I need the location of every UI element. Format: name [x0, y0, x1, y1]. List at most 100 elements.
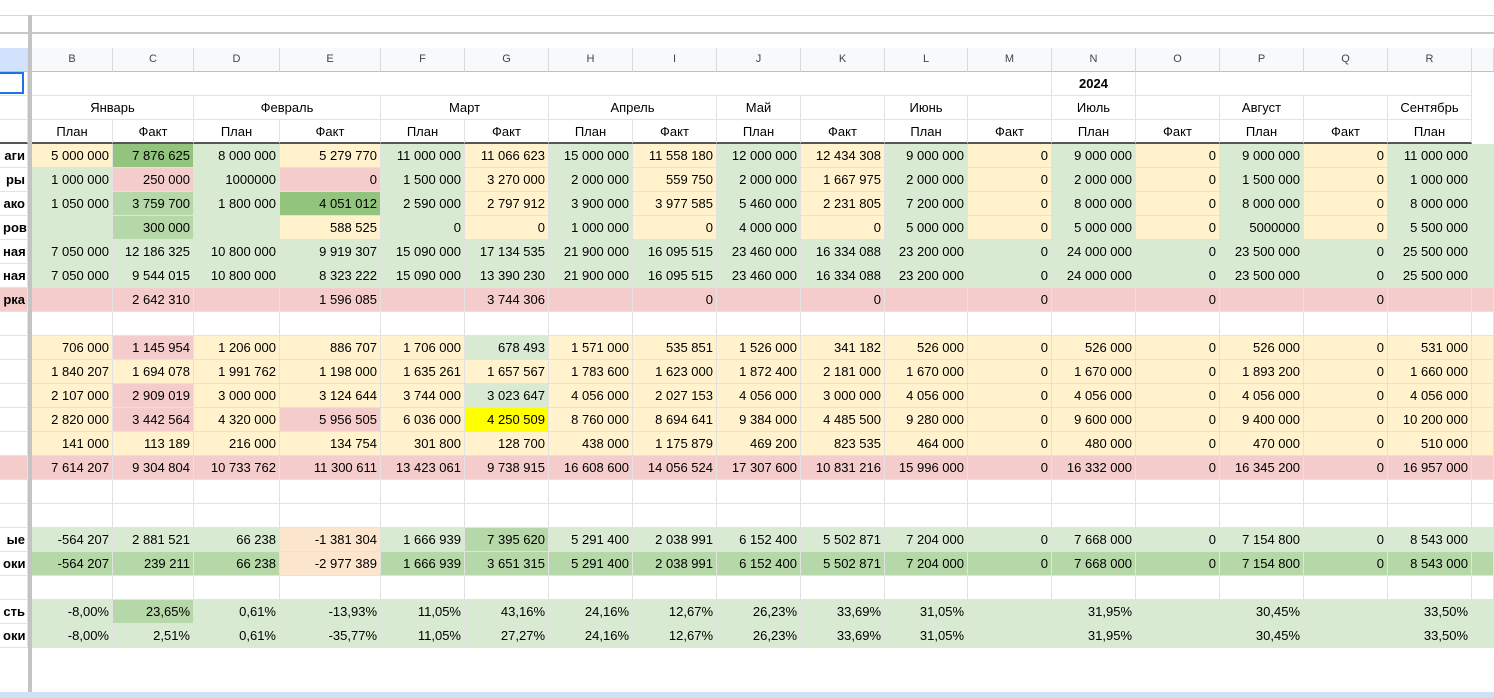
table-cell[interactable]: 0 [1136, 552, 1220, 576]
table-cell[interactable] [1472, 408, 1494, 432]
table-cell[interactable]: 0 [1136, 408, 1220, 432]
table-cell[interactable]: 5 460 000 [717, 192, 801, 216]
table-cell[interactable]: 0 [968, 456, 1052, 480]
table-cell[interactable]: 588 525 [280, 216, 381, 240]
table-cell[interactable]: 8 323 222 [280, 264, 381, 288]
table-cell[interactable]: -8,00% [32, 624, 113, 648]
table-cell[interactable]: 134 754 [280, 432, 381, 456]
table-cell[interactable] [968, 624, 1052, 648]
table-cell[interactable]: 0 [1304, 240, 1388, 264]
month-header[interactable]: Январь [32, 96, 194, 120]
table-cell[interactable] [717, 480, 801, 504]
table-cell[interactable]: 23 200 000 [885, 264, 968, 288]
table-cell[interactable]: 0 [1136, 384, 1220, 408]
table-cell[interactable] [1052, 288, 1136, 312]
table-cell[interactable]: 16 332 000 [1052, 456, 1136, 480]
table-cell[interactable]: 1 657 567 [465, 360, 549, 384]
table-cell[interactable]: 0 [1136, 240, 1220, 264]
table-cell[interactable]: 526 000 [885, 336, 968, 360]
table-cell[interactable]: 9 000 000 [1052, 144, 1136, 168]
table-cell[interactable]: 3 744 306 [465, 288, 549, 312]
table-cell[interactable] [1472, 264, 1494, 288]
table-cell[interactable] [280, 480, 381, 504]
table-cell[interactable] [465, 504, 549, 528]
row-label[interactable]: ная [0, 240, 28, 264]
table-cell[interactable]: 23 460 000 [717, 240, 801, 264]
table-cell[interactable]: 7 614 207 [32, 456, 113, 480]
table-cell[interactable]: 15 090 000 [381, 264, 465, 288]
table-cell[interactable]: 4 056 000 [1052, 384, 1136, 408]
table-cell[interactable]: 2 590 000 [381, 192, 465, 216]
table-cell[interactable]: 9 304 804 [113, 456, 194, 480]
table-cell[interactable]: 678 493 [465, 336, 549, 360]
table-cell[interactable] [1388, 312, 1472, 336]
table-cell[interactable] [1472, 216, 1494, 240]
table-cell[interactable]: 1 206 000 [194, 336, 280, 360]
plan-fact-header[interactable]: Факт [465, 120, 549, 144]
row-label[interactable] [0, 408, 28, 432]
table-cell[interactable]: 66 238 [194, 528, 280, 552]
table-cell[interactable] [194, 504, 280, 528]
table-cell[interactable]: -564 207 [32, 552, 113, 576]
table-cell[interactable]: 5 000 000 [1052, 216, 1136, 240]
column-header-G[interactable]: G [465, 48, 549, 72]
table-cell[interactable]: 1 198 000 [280, 360, 381, 384]
table-cell[interactable] [1136, 312, 1220, 336]
table-cell[interactable]: 0 [1136, 144, 1220, 168]
table-cell[interactable]: 886 707 [280, 336, 381, 360]
table-cell[interactable] [633, 576, 717, 600]
table-cell[interactable]: 2 820 000 [32, 408, 113, 432]
table-cell[interactable] [1304, 600, 1388, 624]
column-header-F[interactable]: F [381, 48, 465, 72]
table-cell[interactable]: 3 000 000 [801, 384, 885, 408]
table-cell[interactable]: 25 500 000 [1388, 264, 1472, 288]
table-cell[interactable]: 3 023 647 [465, 384, 549, 408]
table-cell[interactable]: 239 211 [113, 552, 194, 576]
table-cell[interactable] [885, 288, 968, 312]
table-cell[interactable]: -8,00% [32, 600, 113, 624]
table-cell[interactable] [1472, 360, 1494, 384]
table-cell[interactable]: 464 000 [885, 432, 968, 456]
table-cell[interactable]: 5 500 000 [1388, 216, 1472, 240]
table-cell[interactable] [280, 576, 381, 600]
table-cell[interactable]: 8 000 000 [1052, 192, 1136, 216]
table-cell[interactable]: 0 [968, 384, 1052, 408]
table-cell[interactable]: 25 500 000 [1388, 240, 1472, 264]
table-cell[interactable]: 0 [1304, 216, 1388, 240]
table-cell[interactable] [1052, 504, 1136, 528]
table-cell[interactable]: 0 [968, 336, 1052, 360]
table-cell[interactable]: 23 500 000 [1220, 264, 1304, 288]
table-cell[interactable]: 15 000 000 [549, 144, 633, 168]
table-cell[interactable] [465, 480, 549, 504]
table-cell[interactable]: 1 571 000 [549, 336, 633, 360]
table-cell[interactable]: 1 666 939 [381, 552, 465, 576]
column-header-O[interactable]: O [1136, 48, 1220, 72]
table-cell[interactable]: 11 558 180 [633, 144, 717, 168]
table-cell[interactable]: 5 291 400 [549, 552, 633, 576]
table-cell[interactable]: 1 596 085 [280, 288, 381, 312]
table-cell[interactable]: 0 [1304, 360, 1388, 384]
table-cell[interactable] [633, 504, 717, 528]
table-cell[interactable] [1304, 504, 1388, 528]
table-cell[interactable] [717, 288, 801, 312]
table-cell[interactable]: 0 [1136, 432, 1220, 456]
table-cell[interactable]: 0 [1304, 528, 1388, 552]
table-cell[interactable] [1136, 504, 1220, 528]
table-cell[interactable] [717, 504, 801, 528]
plan-fact-header[interactable]: План [32, 120, 113, 144]
table-cell[interactable]: 1 000 000 [1388, 168, 1472, 192]
table-cell[interactable]: 300 000 [113, 216, 194, 240]
table-cell[interactable] [1472, 432, 1494, 456]
table-cell[interactable] [968, 312, 1052, 336]
table-cell[interactable]: 15 996 000 [885, 456, 968, 480]
table-cell[interactable]: 2 000 000 [885, 168, 968, 192]
table-cell[interactable] [1388, 576, 1472, 600]
table-cell[interactable] [801, 504, 885, 528]
plan-fact-header[interactable]: План [1388, 120, 1472, 144]
row-label[interactable] [0, 456, 28, 480]
table-cell[interactable]: 9 400 000 [1220, 408, 1304, 432]
table-cell[interactable]: 0 [1136, 456, 1220, 480]
table-cell[interactable] [194, 312, 280, 336]
table-cell[interactable] [1052, 312, 1136, 336]
table-cell[interactable]: 4 051 012 [280, 192, 381, 216]
